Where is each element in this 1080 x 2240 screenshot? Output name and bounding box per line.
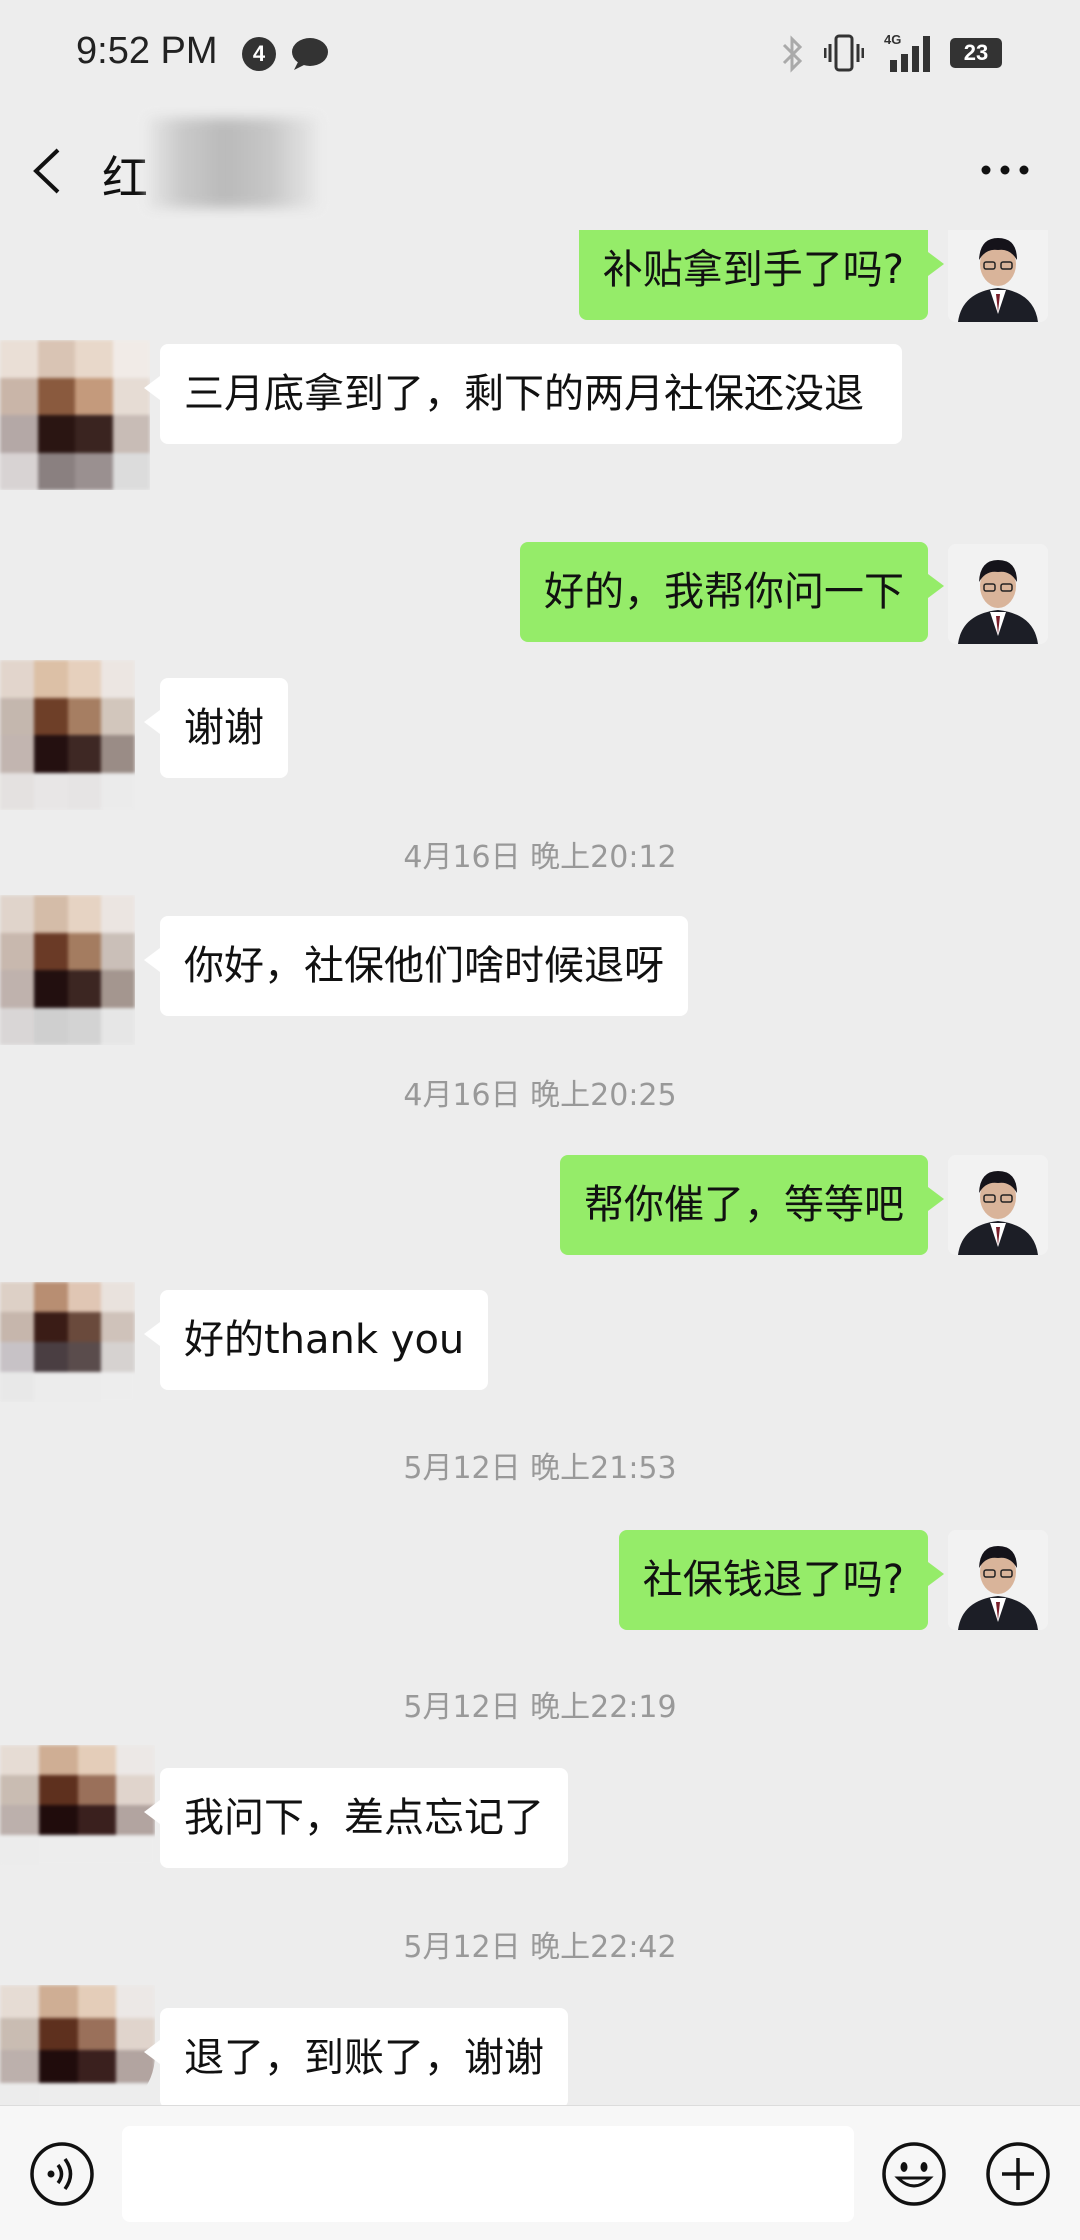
message-bubble-other[interactable]: 三月底拿到了，剩下的两月社保还没退 (144, 344, 902, 444)
avatar-other[interactable] (0, 1745, 155, 1865)
timestamp: 5月12日 晚上22:42 (403, 1930, 677, 1965)
cellular-signal-icon: 4G (884, 32, 930, 72)
timestamp: 5月12日 晚上21:53 (403, 1451, 677, 1486)
avatar-self[interactable] (948, 1530, 1048, 1630)
message-bubble-other[interactable]: 退了，到账了，谢谢 (144, 2008, 568, 2105)
message-row: 帮你催了，等等吧 (0, 1155, 1080, 1265)
message-bubble-self[interactable]: 好的，我帮你问一下 (520, 542, 944, 642)
message-bubble-self[interactable]: 社保钱退了吗? (618, 1530, 945, 1630)
message-row: 补贴拿到手了吗? (0, 230, 1080, 330)
blurred-name (148, 118, 318, 208)
plus-icon[interactable] (984, 2140, 1052, 2208)
svg-text:4G: 4G (884, 32, 901, 47)
more-options-icon[interactable] (978, 160, 1032, 180)
message-bubble-other[interactable]: 谢谢 (144, 678, 288, 778)
message-bubble-other[interactable]: 好的thank you (143, 1290, 489, 1390)
voice-icon[interactable] (28, 2140, 96, 2208)
avatar-other[interactable] (0, 895, 135, 1045)
message-notification-icon (292, 38, 328, 70)
message-bubble-self[interactable]: 补贴拿到手了吗? (578, 230, 945, 320)
message-row: 好的，我帮你问一下 (0, 542, 1080, 652)
message-row: 社保钱退了吗? (0, 1530, 1080, 1640)
back-arrow-icon[interactable] (28, 146, 68, 196)
avatar-other[interactable] (0, 340, 150, 490)
vibrate-icon (824, 34, 864, 72)
avatar-other[interactable] (0, 1282, 135, 1402)
message-bubble-self[interactable]: 帮你催了，等等吧 (560, 1155, 944, 1255)
notification-count-badge: 4 (242, 37, 276, 71)
timestamp: 4月16日 晚上20:12 (403, 840, 677, 875)
status-bar: 9:52 PM 4 4G 23 (0, 0, 1080, 110)
chat-message-list[interactable]: 补贴拿到手了吗? 三月底拿到了，剩下的两月社保还没退 好的，我帮你问一下 谢谢 … (0, 230, 1080, 2105)
portrait-icon (948, 230, 1048, 322)
chat-title: 红 (102, 151, 148, 205)
message-input[interactable] (122, 2126, 854, 2222)
battery-icon: 23 (950, 38, 1002, 68)
chat-header: 红 (0, 110, 1080, 230)
avatar-other[interactable] (0, 660, 135, 810)
message-row: 三月底拿到了，剩下的两月社保还没退 (0, 340, 1080, 520)
portrait-icon (948, 1155, 1048, 1255)
avatar-self[interactable] (948, 544, 1048, 644)
avatar-self[interactable] (948, 1155, 1048, 1255)
avatar-self[interactable] (948, 230, 1048, 322)
avatar-other[interactable] (0, 1985, 155, 2105)
timestamp: 5月12日 晚上22:19 (403, 1690, 677, 1725)
emoji-icon[interactable] (880, 2140, 948, 2208)
message-bubble-other[interactable]: 你好，社保他们啥时候退呀 (144, 916, 688, 1016)
portrait-icon (948, 544, 1048, 644)
timestamp: 4月16日 晚上20:25 (403, 1078, 677, 1113)
message-bubble-other[interactable]: 我问下，差点忘记了 (144, 1768, 568, 1868)
portrait-icon (948, 1530, 1048, 1630)
chat-input-bar (0, 2105, 1080, 2240)
bluetooth-icon (782, 35, 803, 73)
status-time: 9:52 PM (76, 30, 218, 72)
